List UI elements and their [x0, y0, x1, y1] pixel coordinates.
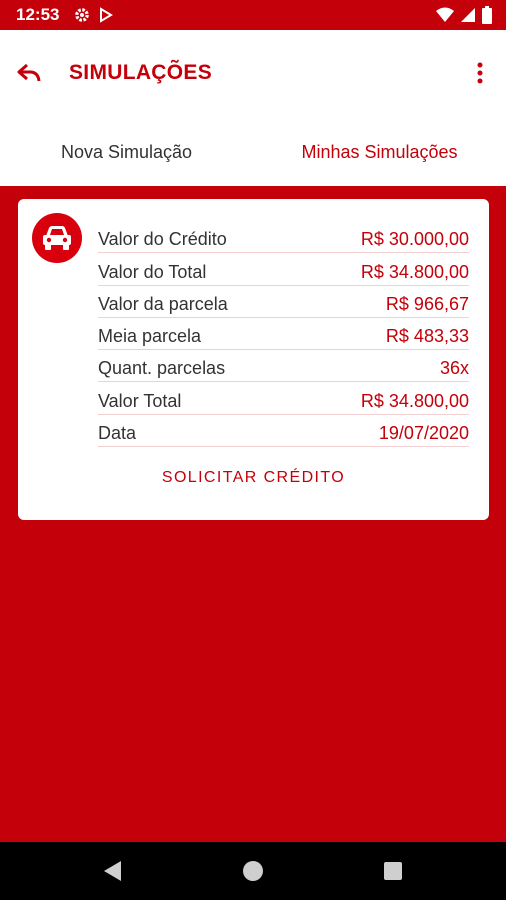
tab-minhas-simulacoes[interactable]: Minhas Simulações [253, 118, 506, 186]
simulation-details: Valor do Crédito R$ 30.000,00 Valor do T… [98, 221, 469, 448]
detail-row: Valor do Total R$ 34.800,00 [98, 253, 469, 286]
detail-value: R$ 966,67 [385, 293, 469, 314]
app-bar: SIMULAÇÕES [0, 30, 506, 118]
tab-label: Minhas Simulações [301, 141, 458, 162]
detail-row: Valor do Crédito R$ 30.000,00 [98, 221, 469, 254]
car-icon [32, 213, 82, 263]
status-bar: 12:53 [0, 0, 506, 30]
reply-arrow-icon [16, 62, 42, 89]
tab-nova-simulacao[interactable]: Nova Simulação [0, 118, 253, 186]
detail-value: R$ 34.800,00 [360, 261, 469, 282]
system-nav-bar [0, 842, 506, 900]
nav-recents-icon[interactable] [384, 862, 402, 880]
detail-row: Quant. parcelas 36x [98, 350, 469, 383]
nav-home-icon[interactable] [243, 861, 263, 881]
more-vert-icon [477, 62, 483, 89]
detail-value: R$ 483,33 [385, 326, 469, 347]
battery-icon [482, 6, 492, 29]
detail-row: Valor da parcela R$ 966,67 [98, 286, 469, 318]
detail-value: 19/07/2020 [378, 423, 469, 444]
detail-row: Valor Total R$ 34.800,00 [98, 382, 469, 415]
detail-label: Meia parcela [98, 326, 202, 347]
detail-label: Valor da parcela [98, 293, 228, 314]
detail-label: Valor do Total [98, 261, 207, 282]
detail-label: Data [98, 423, 137, 444]
tab-bar: Nova Simulação Minhas Simulações [0, 118, 506, 186]
settings-icon [74, 7, 90, 28]
tab-indicator [0, 183, 253, 186]
solicitar-credito-button[interactable]: SOLICITAR CRÉDITO [18, 469, 489, 487]
wifi-icon [436, 7, 454, 28]
page-title: SIMULAÇÕES [69, 61, 213, 84]
nav-back-icon[interactable] [102, 860, 122, 887]
detail-value: 36x [439, 358, 469, 379]
simulation-card: Valor do Crédito R$ 30.000,00 Valor do T… [18, 199, 489, 520]
detail-value: R$ 34.800,00 [360, 390, 469, 411]
detail-label: Quant. parcelas [98, 358, 226, 379]
tab-label: Nova Simulação [60, 141, 193, 162]
detail-row: Meia parcela R$ 483,33 [98, 318, 469, 351]
detail-label: Valor do Crédito [98, 229, 227, 250]
detail-row: Data 19/07/2020 [98, 415, 469, 448]
signal-icon [460, 7, 476, 28]
detail-value: R$ 30.000,00 [360, 229, 469, 250]
back-button[interactable] [12, 58, 46, 92]
status-time: 12:53 [16, 5, 60, 24]
detail-label: Valor Total [98, 390, 182, 411]
play-store-icon [98, 7, 114, 28]
overflow-menu-button[interactable] [468, 58, 492, 92]
